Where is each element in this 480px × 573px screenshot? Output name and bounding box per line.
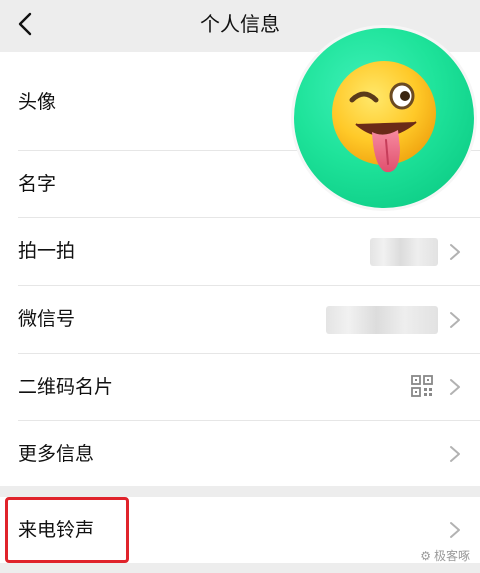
chevron-right-icon: [450, 244, 460, 260]
row-label: 拍一拍: [18, 240, 76, 262]
row-qr-card[interactable]: 二维码名片: [0, 354, 480, 420]
wechat-id-value-blurred: [326, 306, 438, 334]
pat-value-blurred: [370, 238, 438, 266]
avatar[interactable]: [294, 28, 474, 208]
chevron-right-icon: [450, 379, 460, 395]
row-label: 名字: [18, 173, 57, 195]
chevron-right-icon: [450, 446, 460, 462]
row-pat[interactable]: 拍一拍: [0, 218, 480, 285]
winking-tongue-emoji-icon: [332, 61, 436, 173]
watermark: ⚙ 极客啄: [420, 547, 470, 564]
row-label: 微信号: [18, 308, 76, 330]
highlight-box: [5, 497, 129, 563]
row-label: 头像: [18, 91, 57, 113]
chevron-right-icon: [450, 522, 460, 538]
chevron-right-icon: [450, 312, 460, 328]
watermark-logo-icon: ⚙: [420, 549, 431, 563]
row-label: 更多信息: [18, 443, 95, 465]
row-wechat-id[interactable]: 微信号: [0, 286, 480, 353]
qr-code-icon: [411, 375, 433, 397]
row-more-info[interactable]: 更多信息: [0, 421, 480, 486]
watermark-text: 极客啄: [433, 549, 470, 563]
row-label: 二维码名片: [18, 376, 114, 398]
